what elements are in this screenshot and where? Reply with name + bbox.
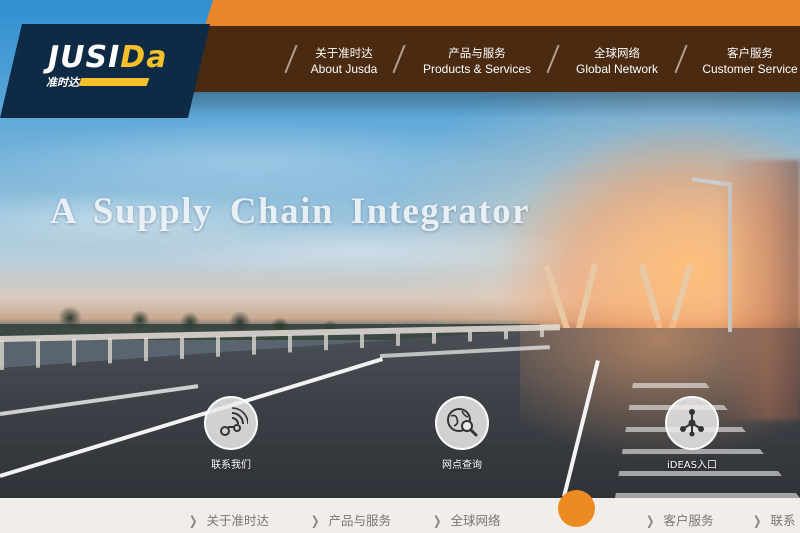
nav-item-about[interactable]: 关于准时达 About Jusda: [306, 46, 382, 77]
nav-item-products[interactable]: 产品与服务 Products & Services: [418, 46, 536, 77]
logo-text-accent: Da: [120, 40, 168, 75]
chevron-right-icon: ❯: [753, 513, 762, 528]
nav-item-cn: 产品与服务: [448, 46, 506, 60]
nav-item-cn: 全球网络: [594, 46, 640, 60]
bottom-nav-item-global-network[interactable]: ❯ 全球网络: [432, 510, 501, 529]
branch-search-label: 网点查询: [442, 460, 482, 471]
nav-item-en: Global Network: [575, 62, 659, 76]
logo-text: JUSI: [48, 40, 121, 75]
contact-signal-icon: [204, 396, 258, 450]
globe-search-icon: [435, 396, 489, 450]
vehicle-motion-blur: [720, 160, 800, 420]
nav-item-cn: 客户服务: [727, 46, 773, 60]
logo-underline-bar: [78, 78, 150, 86]
bottom-nav-label: 关于准时达: [206, 513, 269, 528]
bottom-nav-item-products[interactable]: ❯ 产品与服务: [310, 510, 391, 529]
nav-item-en: About Jusda: [310, 62, 378, 76]
bottom-nav-item-customer-service[interactable]: ❯ 客户服务: [645, 510, 714, 529]
nav-item-en: Customer Service: [702, 62, 798, 76]
bottom-nav-label: 产品与服务: [328, 513, 391, 528]
bottom-nav-label: 联系: [770, 513, 796, 528]
nav-shadow: [188, 92, 800, 118]
bottom-nav-label: 客户服务: [663, 513, 714, 528]
bottom-nav-label: 全球网络: [450, 513, 501, 528]
header-top-stripe: [205, 0, 800, 26]
contact-us-label: 联系我们: [211, 460, 251, 471]
nav-item-customer-service[interactable]: 客户服务 Customer Service: [700, 46, 800, 77]
chevron-right-icon: ❯: [646, 513, 655, 528]
bottom-nav-item-contact[interactable]: ❯ 联系: [752, 510, 796, 529]
logo[interactable]: JUSIDa: [48, 40, 167, 75]
bottom-nav-active-dot[interactable]: [558, 490, 595, 527]
nav-item-global-network[interactable]: 全球网络 Global Network: [570, 46, 664, 77]
chevron-right-icon: ❯: [433, 513, 442, 528]
contact-us-button[interactable]: 联系我们: [196, 396, 266, 471]
logo-chinese: 准时达: [46, 76, 79, 89]
network-nodes-icon: [665, 396, 719, 450]
chevron-right-icon: ❯: [311, 513, 320, 528]
nav-item-en: Products & Services: [422, 62, 532, 76]
nav-item-cn: 关于准时达: [315, 46, 373, 60]
hero-title: A Supply Chain Integrator: [50, 191, 531, 232]
ideas-portal-button[interactable]: iDEAS入口: [657, 396, 727, 471]
branch-search-button[interactable]: 网点查询: [427, 396, 497, 471]
chevron-right-icon: ❯: [189, 513, 198, 528]
ideas-portal-label: iDEAS入口: [667, 460, 717, 471]
bottom-nav-item-about[interactable]: ❯ 关于准时达: [188, 510, 269, 529]
